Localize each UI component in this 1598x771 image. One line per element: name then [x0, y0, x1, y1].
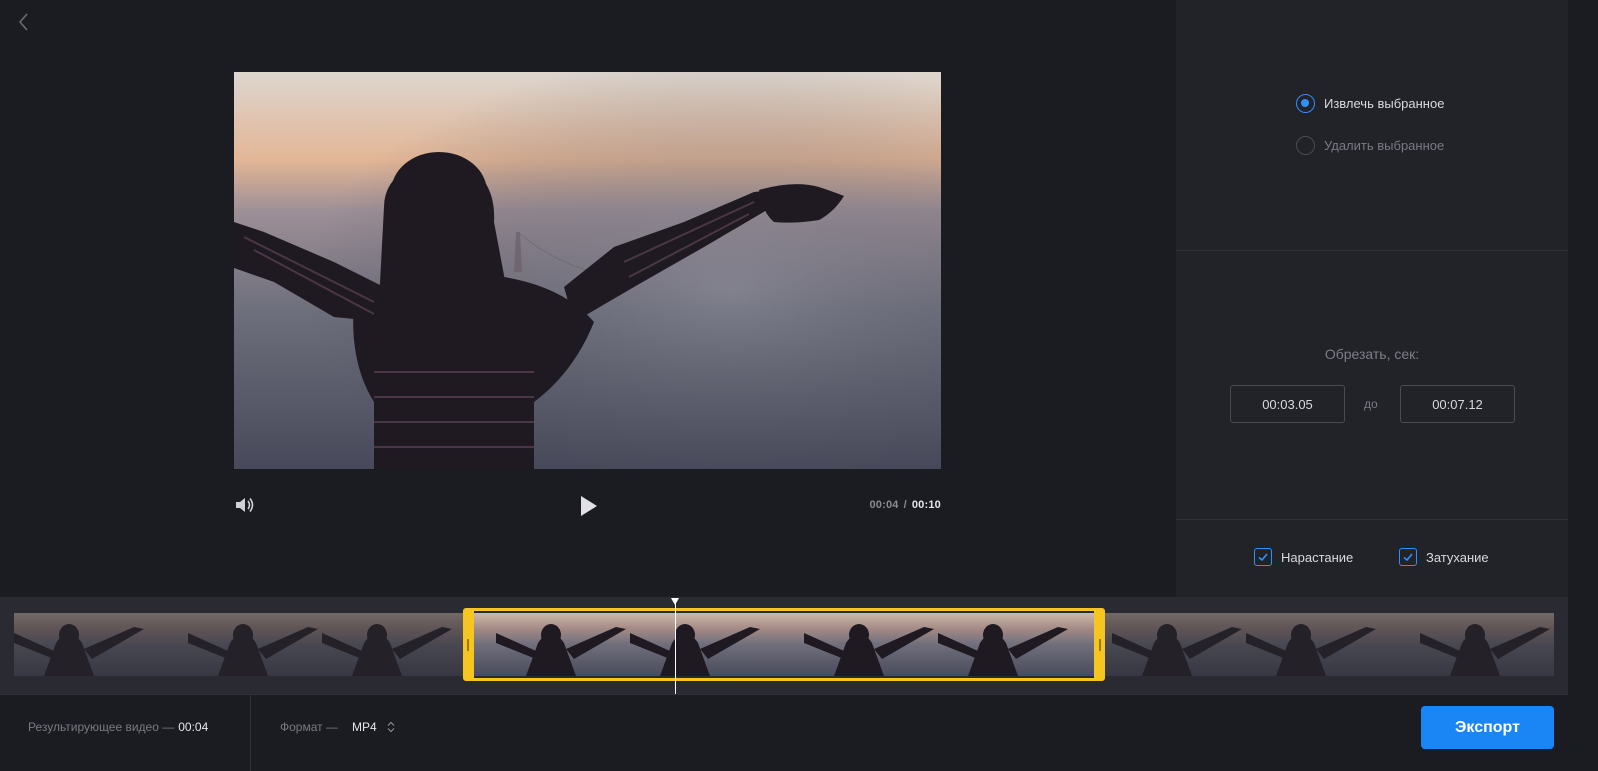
back-button[interactable] — [12, 10, 36, 34]
chevron-left-icon — [18, 13, 28, 31]
playhead-line[interactable] — [675, 602, 676, 694]
video-preview[interactable] — [234, 72, 941, 469]
unselected-range-right — [1104, 613, 1554, 676]
selection-start-handle[interactable] — [467, 639, 469, 651]
volume-button[interactable] — [234, 494, 256, 516]
video-cutter-app: 00:04 / 00:10 Извлечь выбранное Удалить вы… — [0, 0, 1598, 771]
settings-panel: Извлечь выбранное Удалить выбранное Обре… — [1176, 0, 1568, 597]
delete-selected-option[interactable]: Удалить выбранное — [1296, 136, 1444, 155]
checkmark-icon — [1399, 548, 1417, 566]
fade-out-checkbox[interactable]: Затухание — [1399, 548, 1489, 566]
play-button[interactable] — [578, 494, 600, 518]
trim-title: Обрезать, сек: — [1324, 346, 1420, 362]
panel-divider — [1176, 519, 1568, 520]
radio-checked-icon — [1296, 94, 1315, 113]
fade-out-label: Затухание — [1426, 549, 1489, 565]
sort-arrows-icon[interactable] — [387, 721, 395, 733]
selection-range[interactable] — [463, 608, 1105, 681]
checkmark-icon — [1254, 548, 1272, 566]
trim-end-input[interactable] — [1400, 385, 1515, 423]
time-separator: / — [903, 499, 907, 511]
selection-end-handle[interactable] — [1099, 639, 1101, 651]
export-button[interactable]: Экспорт — [1421, 706, 1554, 749]
panel-divider — [1176, 250, 1568, 251]
format-selector[interactable]: Формат — MP4 — [280, 720, 395, 734]
editor-area: 00:04 / 00:10 — [0, 0, 1176, 597]
trim-to-label: до — [1364, 397, 1378, 411]
result-value: 00:04 — [178, 720, 209, 734]
format-label: Формат — — [280, 720, 338, 734]
bottom-bar: Результирующее видео —00:04 Формат — MP4… — [0, 694, 1568, 771]
fade-in-label: Нарастание — [1281, 549, 1354, 565]
radio-unchecked-icon — [1296, 136, 1315, 155]
right-gutter — [1568, 0, 1598, 771]
format-value: MP4 — [351, 720, 377, 734]
result-duration: Результирующее видео —00:04 — [28, 720, 208, 734]
delete-selected-label: Удалить выбранное — [1324, 138, 1445, 153]
current-time: 00:04 — [869, 499, 899, 511]
player-controls: 00:04 / 00:10 — [234, 490, 941, 522]
play-icon — [581, 496, 597, 516]
extract-selected-label: Извлечь выбранное — [1324, 96, 1445, 111]
bottom-divider — [250, 695, 251, 771]
result-label: Результирующее видео — — [28, 720, 175, 734]
trim-start-input[interactable] — [1230, 385, 1345, 423]
fade-in-checkbox[interactable]: Нарастание — [1254, 548, 1353, 566]
time-display: 00:04 / 00:10 — [869, 499, 941, 511]
volume-icon — [236, 498, 254, 512]
timeline[interactable] — [0, 597, 1568, 694]
unselected-range-left — [14, 613, 464, 676]
extract-selected-option[interactable]: Извлечь выбранное — [1296, 94, 1444, 113]
total-time: 00:10 — [911, 499, 941, 511]
